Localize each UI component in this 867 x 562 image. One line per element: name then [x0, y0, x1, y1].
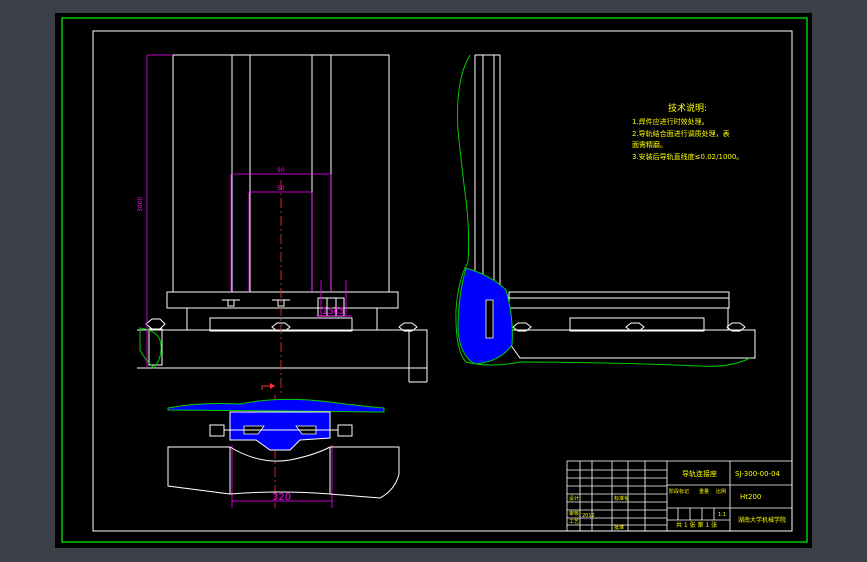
designer-label: 设计 [569, 495, 579, 502]
sheets-text: 共 1 张 第 1 张 [676, 521, 717, 529]
stage-label: 阶段标记 [669, 488, 689, 495]
scale-label: 比例 [716, 488, 726, 495]
dim-small-b: 45 [333, 307, 344, 317]
dim-small-a: 15 [322, 307, 333, 317]
tech-notes-heading: 技术说明: [668, 102, 707, 114]
cad-drawing: 3000 90 50 15 45 320 技术说明: 1.焊件应进行时效处理。 … [55, 13, 812, 548]
weight-label: 重量 [699, 488, 709, 495]
ratio-value: 1:1 [718, 512, 726, 518]
process-label: 工艺 [569, 519, 579, 525]
dim-height: 3000 [137, 197, 144, 212]
std-label: 标准化 [614, 495, 629, 502]
date-value: 2012 [582, 513, 595, 519]
tech-note-line: 面需精磨。 [632, 140, 667, 149]
approve-label: 批准 [614, 524, 624, 531]
drawing-number: SJ-300-00-04 [735, 470, 781, 478]
tech-note-line: 2.导轨结合面进行调质处理，表 [632, 129, 730, 138]
part-name: 导轨连接座 [682, 469, 717, 478]
material: Ht200 [740, 493, 761, 501]
tech-note-line: 3.安装后导轨直线度≤0.02/1000。 [632, 152, 743, 161]
dim-width-inner: 50 [277, 185, 285, 192]
dim-width-outer: 90 [277, 167, 285, 174]
school-name: 湖南大学机械学院 [738, 516, 786, 524]
tech-note-line: 1.焊件应进行时效处理。 [632, 117, 709, 126]
drawing-sheet [55, 13, 812, 548]
review-label: 审核 [569, 510, 579, 517]
dim-bottom-width: 320 [272, 492, 291, 503]
